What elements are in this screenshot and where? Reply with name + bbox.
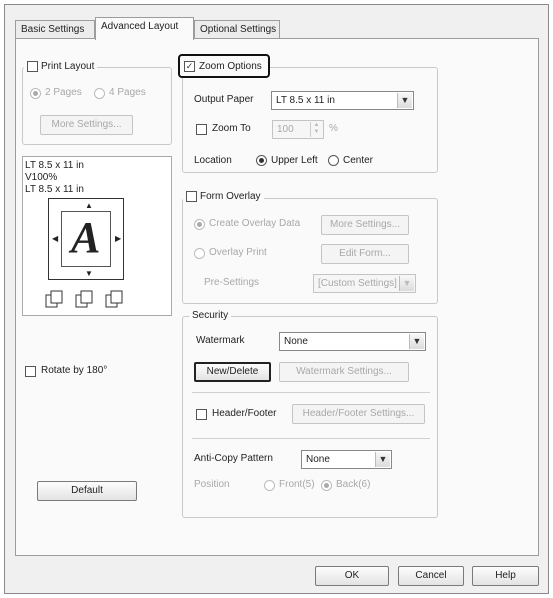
header-footer-label: Header/Footer — [212, 408, 277, 419]
security-divider-1 — [192, 392, 430, 393]
two-pages-label: 2 Pages — [45, 87, 82, 98]
preview-paper-size: LT 8.5 x 11 in — [25, 160, 84, 171]
output-paper-label: Output Paper — [194, 94, 254, 105]
watermark-value: None — [284, 336, 308, 347]
cancel-button[interactable]: Cancel — [398, 566, 464, 586]
back-radio[interactable] — [321, 480, 332, 491]
location-label: Location — [194, 155, 232, 166]
presettings-label: Pre-Settings — [204, 277, 260, 288]
ok-button[interactable]: OK — [315, 566, 389, 586]
output-paper-select[interactable]: LT 8.5 x 11 in ▼ — [271, 91, 414, 110]
chevron-down-icon: ▼ — [399, 276, 414, 291]
spinner-arrows-icon: ▲ ▼ — [310, 122, 322, 137]
header-footer-checkbox[interactable] — [196, 409, 207, 420]
center-radio[interactable] — [328, 155, 339, 166]
overlay-print-radio[interactable] — [194, 248, 205, 259]
upper-left-label: Upper Left — [271, 155, 318, 166]
upper-left-radio[interactable] — [256, 155, 267, 166]
center-label: Center — [343, 155, 374, 166]
chevron-down-icon: ▼ — [397, 93, 412, 108]
layout-more-settings-button[interactable]: More Settings... — [40, 115, 133, 135]
watermark-label: Watermark — [196, 335, 245, 346]
print-layout-label: Print Layout — [41, 61, 95, 72]
arrow-down-icon: ▼ — [85, 269, 93, 278]
zoom-to-checkbox[interactable] — [196, 124, 207, 135]
preview-output-size: LT 8.5 x 11 in — [25, 184, 84, 195]
print-layout-checkbox[interactable] — [27, 61, 38, 72]
zoom-to-spinner[interactable]: 100 ▲ ▼ — [272, 120, 324, 139]
arrow-right-icon: ▶ — [115, 234, 122, 243]
rotate-180-checkbox[interactable] — [25, 366, 36, 377]
page-order-icons — [45, 290, 123, 308]
anticopy-label: Anti-Copy Pattern — [194, 453, 273, 464]
create-overlay-radio[interactable] — [194, 219, 205, 230]
header-footer-settings-button[interactable]: Header/Footer Settings... — [292, 404, 425, 424]
anticopy-select[interactable]: None ▼ — [301, 450, 392, 469]
output-paper-value: LT 8.5 x 11 in — [276, 95, 335, 106]
new-delete-button[interactable]: New/Delete — [194, 362, 271, 382]
two-pages-radio[interactable] — [30, 88, 41, 99]
position-label: Position — [194, 479, 230, 490]
preview-zoom: V100% — [25, 172, 58, 183]
edit-form-button[interactable]: Edit Form... — [321, 244, 409, 264]
four-pages-label: 4 Pages — [109, 87, 146, 98]
front-radio[interactable] — [264, 480, 275, 491]
default-button[interactable]: Default — [37, 481, 137, 501]
arrow-up-icon: ▲ — [85, 201, 93, 210]
preview-letter: A — [71, 213, 101, 262]
security-legend: Security — [189, 310, 232, 321]
form-overlay-checkbox[interactable] — [186, 191, 197, 202]
presettings-value: [Custom Settings] — [318, 278, 397, 289]
zoom-unit: % — [329, 123, 338, 134]
anticopy-value: None — [306, 454, 330, 465]
back-label: Back(6) — [336, 479, 371, 490]
presettings-select[interactable]: [Custom Settings] ▼ — [313, 274, 416, 293]
chevron-down-icon: ▼ — [409, 334, 424, 349]
rotate-180-label: Rotate by 180° — [41, 365, 108, 376]
security-divider-2 — [192, 438, 430, 439]
tab-basic-settings[interactable]: Basic Settings — [15, 20, 95, 39]
form-overlay-legend: Form Overlay — [183, 191, 264, 203]
arrow-left-icon: ◀ — [52, 234, 59, 243]
print-layout-legend: Print Layout — [24, 61, 98, 73]
chevron-down-icon: ▼ — [375, 452, 390, 467]
zoom-options-label: Zoom Options — [199, 61, 262, 72]
form-overlay-label: Form Overlay — [200, 191, 261, 202]
zoom-to-value: 100 — [277, 124, 294, 135]
create-overlay-label: Create Overlay Data — [209, 218, 301, 229]
advanced-layout-panel: Print Layout 2 Pages 4 Pages More Settin… — [15, 38, 539, 556]
overlay-more-settings-button[interactable]: More Settings... — [321, 215, 409, 235]
help-button[interactable]: Help — [472, 566, 539, 586]
watermark-settings-button[interactable]: Watermark Settings... — [279, 362, 409, 382]
zoom-options-checkbox[interactable]: ✓ — [184, 61, 195, 72]
tab-optional-settings[interactable]: Optional Settings — [194, 20, 280, 39]
front-label: Front(5) — [279, 479, 315, 490]
four-pages-radio[interactable] — [94, 88, 105, 99]
overlay-print-label: Overlay Print — [209, 247, 267, 258]
zoom-to-label: Zoom To — [212, 123, 251, 134]
watermark-select[interactable]: None ▼ — [279, 332, 426, 351]
tab-advanced-layout[interactable]: Advanced Layout — [95, 17, 194, 40]
layout-preview: LT 8.5 x 11 in V100% LT 8.5 x 11 in A ▲ … — [22, 156, 172, 316]
preview-page-icon: A ▲ ▼ ◀ ▶ — [48, 198, 124, 280]
printer-properties-dialog: Basic Settings Advanced Layout Optional … — [4, 4, 549, 594]
